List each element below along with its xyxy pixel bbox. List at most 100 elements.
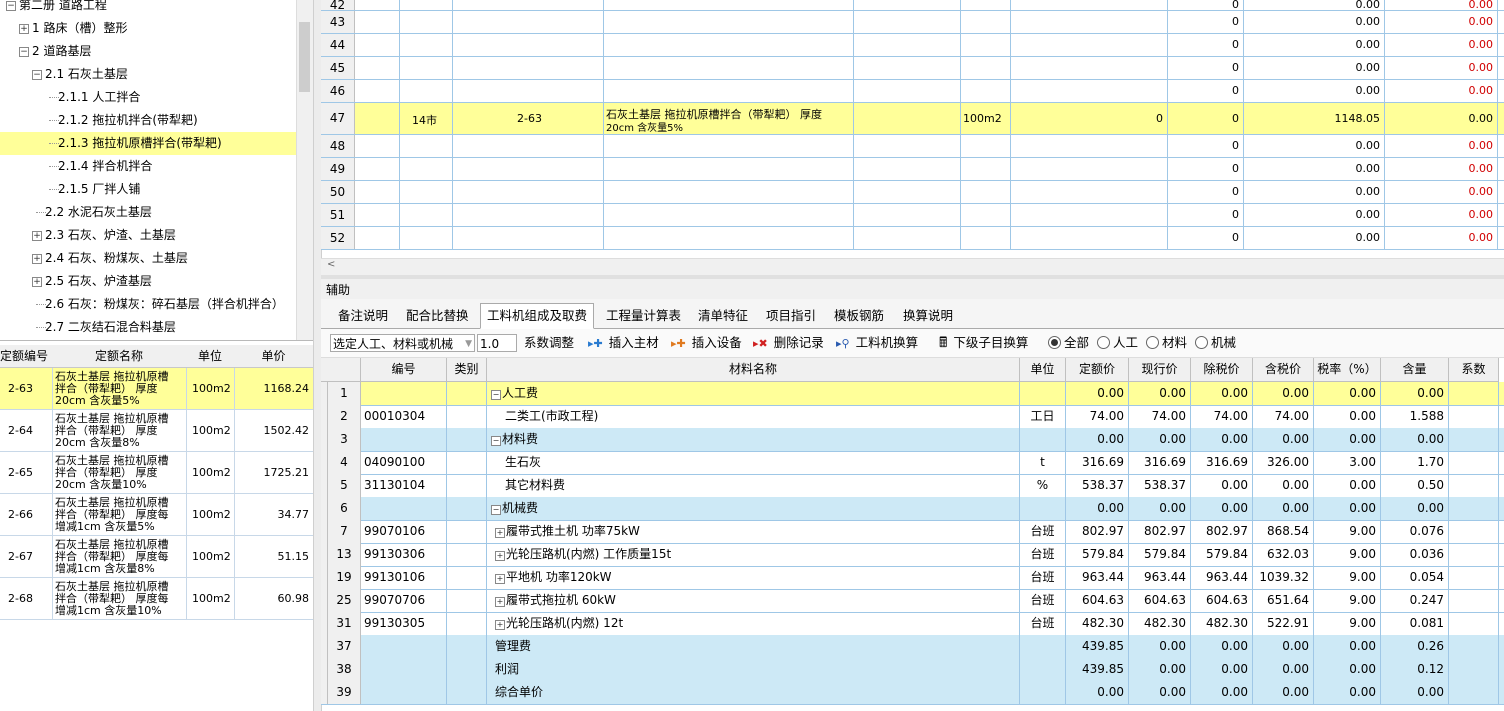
material-column-header[interactable]: 现行价 <box>1129 358 1191 382</box>
quota-row[interactable]: 2-65 石灰土基层 拖拉机原槽 拌合（带犁耙） 厚度 20cm 含灰量10% 100m… <box>0 452 314 494</box>
material-row[interactable]: 25 99070706 + 履带式拖拉机 60kW 台班 604.63 604.63 604.… <box>321 589 1504 613</box>
budget-row[interactable]: 52 0 0.00 0.00 <box>321 227 1504 250</box>
material-row[interactable]: 1 − 人工费 0.00 0.00 0.00 0.00 0.00 0.00 <box>321 382 1504 406</box>
material-column-header[interactable]: 单位 <box>1020 358 1066 382</box>
filter-machine-radio[interactable]: 机械 <box>1195 334 1236 352</box>
tree-item[interactable]: 2.1.2 拖拉机拌合(带犁耙) <box>0 109 296 132</box>
filter-all-radio[interactable]: 全部 <box>1048 334 1089 352</box>
expand-icon[interactable]: + <box>19 24 29 34</box>
material-row[interactable]: 3 − 材料费 0.00 0.00 0.00 0.00 0.00 0.00 <box>321 428 1504 452</box>
budget-row[interactable]: 43 0 0.00 0.00 <box>321 11 1504 34</box>
expand-icon[interactable]: + <box>32 254 42 264</box>
tree-item[interactable]: +2.5 石灰、炉渣基层 <box>0 270 296 293</box>
tree-item[interactable]: 2.2 水泥石灰土基层 <box>0 201 296 224</box>
chapter-tree[interactable]: − 第二册 道路工程 +1 路床（槽）整形 −2 道路基层 −2.1 石灰土基层 2.1.… <box>0 0 313 341</box>
expand-icon[interactable]: + <box>32 277 42 287</box>
aux-tab[interactable]: 项目指引 <box>760 305 822 327</box>
material-row[interactable]: 37 管理费 439.85 0.00 0.00 0.00 0.00 0.26 <box>321 635 1504 659</box>
tree-item[interactable]: 2.7 二灰结石混合料基层 <box>0 316 296 339</box>
resource-type-select[interactable]: 选定人工、材料或机械 ▼ <box>330 334 475 352</box>
horizontal-scrollbar[interactable] <box>321 258 1504 276</box>
chevron-down-icon[interactable]: ▼ <box>465 335 472 353</box>
material-column-header[interactable]: 类别 <box>447 358 487 382</box>
scroll-left-arrow-icon[interactable]: < <box>327 259 335 270</box>
tree-item[interactable]: 2.1.4 拌合机拌合 <box>0 155 296 178</box>
expand-icon[interactable]: + <box>32 231 42 241</box>
coefficient-input[interactable]: 1.0 <box>477 334 517 352</box>
aux-tab[interactable]: 工料机组成及取费 <box>480 303 595 329</box>
labor-material-convert-button[interactable]: ▸⚲ 工料机换算 <box>836 334 918 352</box>
coefficient-adjust-button[interactable]: 系数调整 <box>524 334 574 352</box>
budget-row[interactable]: 46 0 0.00 0.00 <box>321 80 1504 103</box>
quota-row[interactable]: 2-63 石灰土基层 拖拉机原槽 拌合（带犁耙） 厚度 20cm 含灰量5% 100m2… <box>0 368 314 410</box>
budget-row[interactable]: 48 0 0.00 0.00 <box>321 135 1504 158</box>
insert-main-material-button[interactable]: ▸✚ 插入主材 <box>588 334 659 352</box>
aux-tab[interactable]: 备注说明 <box>332 305 394 327</box>
expand-icon[interactable]: + <box>495 551 505 561</box>
aux-tab[interactable]: 清单特征 <box>692 305 754 327</box>
collapse-icon[interactable]: − <box>6 1 16 11</box>
collapse-icon[interactable]: − <box>491 390 501 400</box>
expand-icon[interactable]: + <box>495 597 505 607</box>
expand-icon[interactable]: + <box>495 528 505 538</box>
aux-tab[interactable]: 配合比替换 <box>400 305 475 327</box>
quota-column-header[interactable]: 单位 <box>186 345 235 368</box>
tree-item[interactable]: 2.1.5 厂拌人铺 <box>0 178 296 201</box>
quota-column-header[interactable]: 定额名称 <box>52 345 187 368</box>
delete-record-button[interactable]: ▸✖ 删除记录 <box>753 334 824 352</box>
tree-item[interactable]: +2.3 石灰、炉渣、土基层 <box>0 224 296 247</box>
material-column-header[interactable]: 含税价 <box>1253 358 1314 382</box>
budget-row[interactable]: 45 0 0.00 0.00 <box>321 57 1504 80</box>
material-column-header[interactable]: 材料名称 <box>487 358 1020 382</box>
filter-material-radio[interactable]: 材料 <box>1146 334 1187 352</box>
quota-column-header[interactable]: 单价 <box>234 345 314 368</box>
material-column-header[interactable]: 编号 <box>361 358 447 382</box>
quota-column-header[interactable]: 定额编号 <box>0 345 53 368</box>
aux-tab[interactable]: 换算说明 <box>897 305 959 327</box>
tree-item[interactable]: −2 道路基层 <box>0 40 296 63</box>
expand-icon[interactable]: + <box>495 574 505 584</box>
collapse-icon[interactable]: − <box>32 70 42 80</box>
material-row[interactable]: 7 99070106 + 履带式推土机 功率75kW 台班 802.97 802.97 802… <box>321 520 1504 544</box>
material-row[interactable]: 19 99130106 + 平地机 功率120kW 台班 963.44 963.44 963.… <box>321 566 1504 590</box>
material-row[interactable]: 6 − 机械费 0.00 0.00 0.00 0.00 0.00 0.00 <box>321 497 1504 521</box>
budget-row[interactable]: 49 0 0.00 0.00 <box>321 158 1504 181</box>
tree-item[interactable]: 2.1.3 拖拉机原槽拌合(带犁耙) <box>0 132 296 155</box>
collapse-icon[interactable]: − <box>19 47 29 57</box>
budget-row[interactable]: 42 0 0.00 0.00 <box>321 0 1504 11</box>
tree-item[interactable]: −2.1 石灰土基层 <box>0 63 296 86</box>
budget-row[interactable]: 51 0 0.00 0.00 <box>321 204 1504 227</box>
tree-item[interactable]: − 第二册 道路工程 <box>0 0 296 17</box>
collapse-icon[interactable]: − <box>491 505 501 515</box>
quota-row[interactable]: 2-64 石灰土基层 拖拉机原槽 拌合（带犁耙） 厚度 20cm 含灰量8% 100m2… <box>0 410 314 452</box>
tree-item[interactable]: +1 路床（槽）整形 <box>0 17 296 40</box>
material-column-header[interactable]: 定额价 <box>1066 358 1129 382</box>
budget-row[interactable]: 44 0 0.00 0.00 <box>321 34 1504 57</box>
material-column-header[interactable]: 除税价 <box>1191 358 1253 382</box>
material-column-header[interactable]: 含量 <box>1381 358 1449 382</box>
material-row[interactable]: 38 利润 439.85 0.00 0.00 0.00 0.00 0.12 <box>321 658 1504 682</box>
tree-item[interactable]: +2.4 石灰、粉煤灰、土基层 <box>0 247 296 270</box>
quota-row[interactable]: 2-67 石灰土基层 拖拉机原槽 拌合（带犁耙） 厚度每 增减1cm 含灰量8% 100… <box>0 536 314 578</box>
budget-row[interactable]: 47 14市 2-63 石灰土基层 拖拉机原槽拌合（带犁耙） 厚度 20cm 含灰量5%… <box>321 103 1504 135</box>
expand-icon[interactable]: + <box>495 620 505 630</box>
quota-row[interactable]: 2-66 石灰土基层 拖拉机原槽 拌合（带犁耙） 厚度每 增减1cm 含灰量5% 100… <box>0 494 314 536</box>
material-row[interactable]: 39 综合单价 0.00 0.00 0.00 0.00 0.00 0.00 <box>321 681 1504 705</box>
material-column-header[interactable] <box>328 358 361 382</box>
material-row[interactable]: 31 99130305 + 光轮压路机(内燃) 12t 台班 482.30 482.30 48… <box>321 612 1504 636</box>
quota-row[interactable]: 2-68 石灰土基层 拖拉机原槽 拌合（带犁耙） 厚度每 增减1cm 含灰量10% 10… <box>0 578 314 620</box>
material-column-header[interactable]: 系数 <box>1449 358 1499 382</box>
material-column-header[interactable]: 税率（%） <box>1314 358 1381 382</box>
sub-item-convert-button[interactable]: 🖩 下级子目换算 <box>939 334 1028 352</box>
material-row[interactable]: 2 00010304 二类工(市政工程) 工日 74.00 74.00 74.00 74.00… <box>321 405 1504 429</box>
insert-equipment-button[interactable]: ▸✚ 插入设备 <box>671 334 742 352</box>
collapse-icon[interactable]: − <box>491 436 501 446</box>
tree-scrollbar-thumb[interactable] <box>299 22 310 92</box>
tree-item[interactable]: 2.6 石灰：粉煤灰：碎石基层（拌合机拌合） <box>0 293 296 316</box>
material-row[interactable]: 4 04090100 生石灰 t 316.69 316.69 316.69 326.00 3.0… <box>321 451 1504 475</box>
aux-tab[interactable]: 模板钢筋 <box>828 305 890 327</box>
budget-row[interactable]: 50 0 0.00 0.00 <box>321 181 1504 204</box>
aux-tab[interactable]: 工程量计算表 <box>600 305 687 327</box>
material-row[interactable]: 5 31130104 其它材料费% 538.37 538.37 0.00 0.00 0.00 0… <box>321 474 1504 498</box>
tree-item[interactable]: 2.1.1 人工拌合 <box>0 86 296 109</box>
